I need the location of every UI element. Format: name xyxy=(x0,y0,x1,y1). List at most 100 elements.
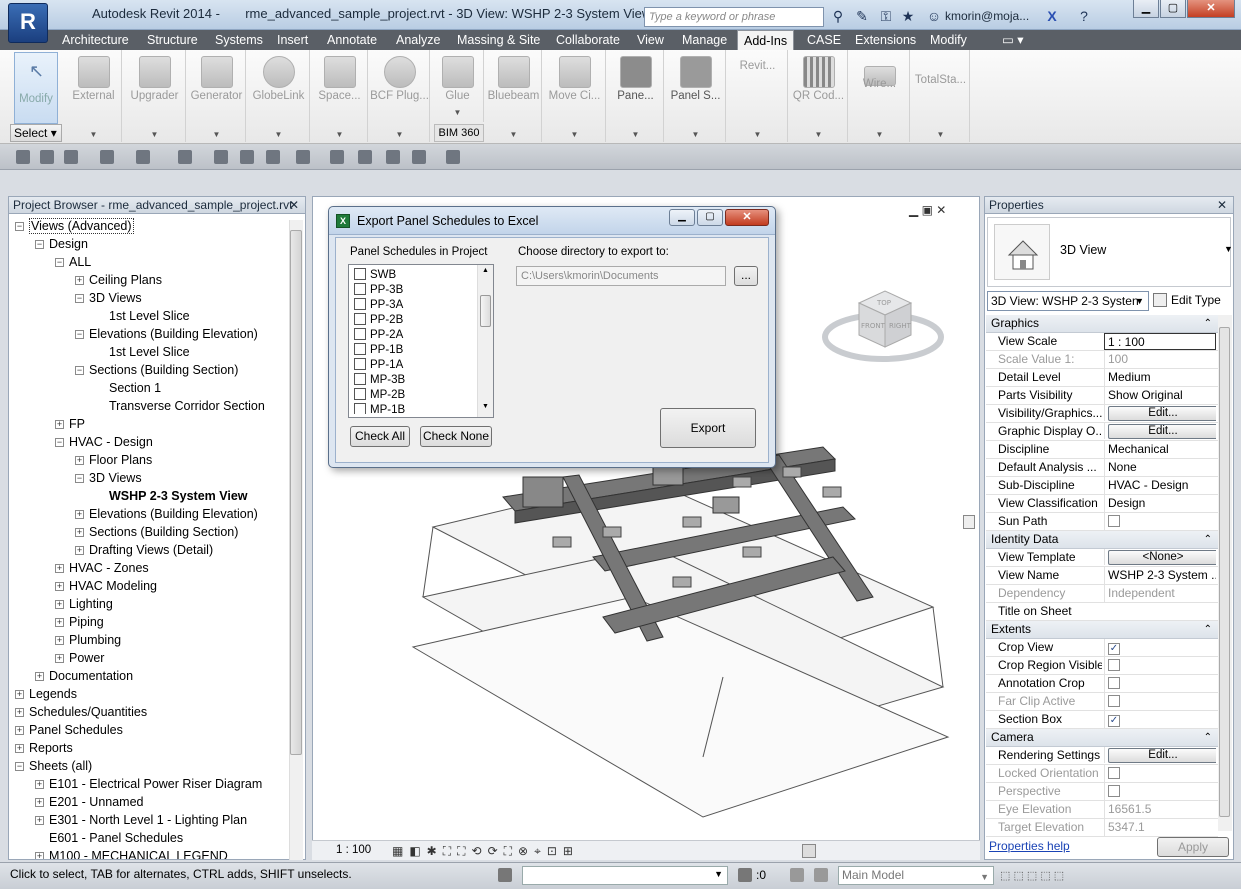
close-hidden-icon[interactable] xyxy=(386,150,400,164)
property-checkbox[interactable] xyxy=(1108,659,1120,671)
schedule-checkbox[interactable] xyxy=(354,313,366,325)
tab-add-ins[interactable]: Add-Ins xyxy=(737,30,795,50)
property-checkbox[interactable] xyxy=(1108,785,1120,797)
check-none-button[interactable]: Check None xyxy=(420,426,492,447)
browser-node[interactable]: − Elevations (Building Elevation) xyxy=(75,325,258,343)
bluebeam-button[interactable]: Bluebeam ▼ xyxy=(486,50,542,142)
property-group-header[interactable]: Extents ⌃ xyxy=(986,621,1218,639)
thin-lines-icon[interactable] xyxy=(358,150,372,164)
tab-analyze[interactable]: Analyze xyxy=(394,30,442,50)
tab-architecture[interactable]: Architecture xyxy=(60,30,131,50)
browser-node[interactable]: + Power xyxy=(55,649,104,667)
print-icon[interactable] xyxy=(178,150,192,164)
view-scale[interactable]: 1 : 100 xyxy=(336,844,371,856)
tools-icon[interactable]: ✎ xyxy=(854,8,870,24)
properties-help-link[interactable]: Properties help xyxy=(989,839,1070,853)
space-button[interactable]: Space... ▼ xyxy=(312,50,368,142)
list-scrollbar[interactable]: ▲ ▼ xyxy=(477,265,493,417)
status-icons[interactable]: ⬚ ⬚ ⬚ ⬚ ⬚ xyxy=(1000,869,1064,882)
key-icon[interactable]: ⚿ xyxy=(878,8,894,24)
collapse-icon[interactable]: − xyxy=(55,438,64,448)
browser-node[interactable]: + HVAC Modeling xyxy=(55,577,157,595)
schedule-list-item[interactable]: MP-3B xyxy=(354,373,405,388)
3d-view-icon[interactable] xyxy=(296,150,310,164)
viewcube[interactable]: TOP FRONT RIGHT xyxy=(819,273,949,369)
modify-button[interactable]: ↖ Modify xyxy=(14,52,58,124)
browser-node[interactable]: − Design xyxy=(35,235,88,253)
browser-node[interactable]: + Documentation xyxy=(35,667,133,685)
expand-icon[interactable]: + xyxy=(75,528,84,538)
schedule-list-item[interactable]: PP-2B xyxy=(354,313,403,328)
collapse-icon[interactable]: ⌃ xyxy=(1204,621,1212,638)
application-menu-button[interactable]: R xyxy=(8,3,48,43)
worksets-icon[interactable] xyxy=(498,868,512,882)
browser-node[interactable]: E601 - Panel Schedules xyxy=(35,829,183,847)
exchange-icon[interactable]: X xyxy=(1044,8,1060,24)
tab-collaborate[interactable]: Collaborate xyxy=(554,30,622,50)
expand-icon[interactable]: + xyxy=(55,654,64,664)
browser-node[interactable]: + E201 - Unnamed xyxy=(35,793,144,811)
expand-icon[interactable]: + xyxy=(55,582,64,592)
upgrader-button[interactable]: Upgrader ▼ xyxy=(124,50,186,142)
browser-node[interactable]: + Legends xyxy=(15,685,77,703)
expand-icon[interactable]: + xyxy=(75,456,84,466)
browser-node[interactable]: Transverse Corridor Section xyxy=(95,397,265,415)
schedule-list-item[interactable]: PP-3B xyxy=(354,283,403,298)
collapse-icon[interactable]: ⌃ xyxy=(1204,531,1212,548)
schedule-checkbox[interactable] xyxy=(354,328,366,340)
schedule-list-item[interactable]: PP-2A xyxy=(354,328,403,343)
generator-button[interactable]: Generator ▼ xyxy=(188,50,246,142)
bcf-plugin-button[interactable]: BCF Plug... ▼ xyxy=(370,50,430,142)
schedule-checkbox[interactable] xyxy=(354,298,366,310)
expand-icon[interactable]: + xyxy=(35,798,44,808)
help-icon[interactable]: ? xyxy=(1076,8,1092,24)
browser-node[interactable]: 1st Level Slice xyxy=(95,307,190,325)
expand-icon[interactable]: + xyxy=(15,690,24,700)
schedule-checkbox[interactable] xyxy=(354,388,366,400)
section-icon[interactable] xyxy=(330,150,344,164)
expand-icon[interactable]: + xyxy=(55,636,64,646)
properties-scrollbar[interactable] xyxy=(1218,315,1232,831)
collapse-icon[interactable]: ⌃ xyxy=(1204,729,1212,746)
tab-systems[interactable]: Systems xyxy=(213,30,265,50)
browser-scroll-thumb[interactable] xyxy=(290,230,302,755)
property-checkbox[interactable]: ✓ xyxy=(1108,715,1120,727)
instance-selector[interactable]: 3D View: WSHP 2-3 Systen ▼ xyxy=(987,291,1149,311)
browser-node[interactable]: Section 1 xyxy=(95,379,161,397)
property-edit-button[interactable]: <None> xyxy=(1108,550,1216,565)
totalstation-button[interactable]: TotalSta... ▼ xyxy=(912,50,970,142)
expand-icon[interactable]: + xyxy=(55,600,64,610)
property-group-header[interactable]: Graphics ⌃ xyxy=(986,315,1218,333)
open-icon[interactable] xyxy=(16,150,30,164)
expand-icon[interactable]: + xyxy=(35,852,44,859)
collapse-icon[interactable]: − xyxy=(35,240,44,250)
tab-case[interactable]: CASE xyxy=(805,30,843,50)
property-edit-button[interactable]: Edit... xyxy=(1108,406,1216,421)
expand-icon[interactable]: + xyxy=(35,672,44,682)
redo-icon[interactable] xyxy=(136,150,150,164)
property-checkbox[interactable] xyxy=(1108,515,1120,527)
expand-icon[interactable]: + xyxy=(15,744,24,754)
schedule-checkbox[interactable] xyxy=(354,268,366,280)
property-group-header[interactable]: Camera ⌃ xyxy=(986,729,1218,747)
schedule-list-item[interactable]: PP-3A xyxy=(354,298,403,313)
sync-icon[interactable] xyxy=(64,150,78,164)
globelink-button[interactable]: GlobeLink ▼ xyxy=(248,50,310,142)
schedule-list-item[interactable]: MP-1B xyxy=(354,403,405,414)
glue-button[interactable]: Glue ▼ xyxy=(432,50,484,122)
browser-node[interactable]: − ALL xyxy=(55,253,91,271)
move-circuit-button[interactable]: Move Ci... ▼ xyxy=(544,50,606,142)
undo-icon[interactable] xyxy=(100,150,114,164)
property-checkbox[interactable] xyxy=(1108,767,1120,779)
external-button[interactable]: External ▼ xyxy=(66,50,122,142)
expand-icon[interactable]: + xyxy=(35,780,44,790)
browser-node[interactable]: + Floor Plans xyxy=(75,451,152,469)
property-edit-button[interactable]: Edit... xyxy=(1108,748,1216,763)
tab-extensions[interactable]: Extensions xyxy=(853,30,918,50)
expand-icon[interactable]: + xyxy=(55,564,64,574)
schedule-list-item[interactable]: SWB xyxy=(354,268,396,283)
select-dropdown[interactable]: Select ▾ xyxy=(10,124,62,142)
browser-node[interactable]: + Plumbing xyxy=(55,631,121,649)
browser-node[interactable]: + Panel Schedules xyxy=(15,721,123,739)
schedule-checkbox[interactable] xyxy=(354,373,366,385)
